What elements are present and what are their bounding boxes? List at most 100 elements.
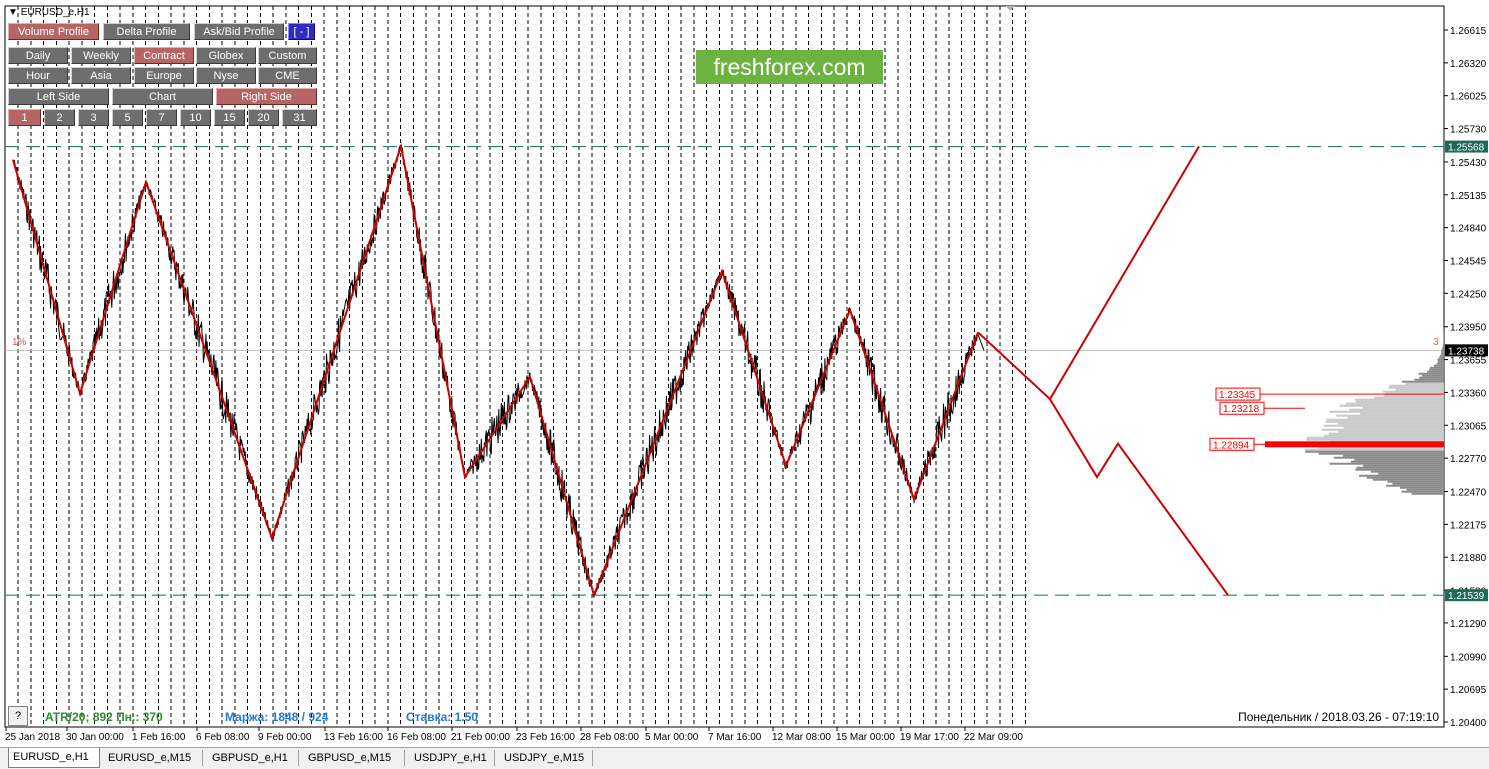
profile-bar	[1440, 355, 1444, 357]
profile-bar	[1443, 345, 1444, 347]
profile-bar	[1326, 421, 1444, 423]
profile-bar	[1334, 457, 1444, 459]
profile-bar	[1346, 403, 1444, 405]
profile-bar	[1388, 481, 1444, 483]
toolbar-button-weekly[interactable]: Weekly	[71, 47, 131, 64]
server-datetime: Понедельник / 2018.03.26 - 07:19:10	[1238, 710, 1439, 724]
tab-gbpusd-e-h1[interactable]: GBPUSD_e,H1	[208, 750, 299, 766]
profile-bar	[1419, 377, 1444, 379]
toolbar-button-3[interactable]: 3	[78, 109, 109, 126]
y-tick-label: 1.21290	[1450, 619, 1487, 630]
profile-bar	[1443, 343, 1444, 345]
chart-tabs-bar: EURUSD_e,H1EURUSD_e,M15 GBPUSD_e,H1 GBPUSD…	[0, 747, 1489, 769]
profile-bar	[1371, 471, 1444, 473]
tab-eurusd-e-h1[interactable]: EURUSD_e,H1	[8, 748, 100, 768]
y-tick-label: 1.26615	[1450, 26, 1487, 37]
toolbar-button-5[interactable]: 5	[112, 109, 143, 126]
profile-bar	[1355, 469, 1444, 471]
tab-eurusd-e-m15[interactable]: EURUSD_e,M15	[104, 750, 203, 766]
toolbar-button-hour[interactable]: Hour	[8, 67, 68, 84]
toolbar-button-volume-profile[interactable]: Volume Profile	[8, 23, 99, 40]
x-tick-label: 13 Feb 16:00	[324, 732, 383, 743]
x-tick-label: 23 Feb 16:00	[516, 732, 575, 743]
toolbar-button-1[interactable]: 1	[8, 109, 41, 126]
y-tick-label: 1.25430	[1450, 158, 1487, 169]
toolbar-button-contract[interactable]: Contract	[134, 47, 194, 64]
x-tick-label: 9 Feb 00:00	[258, 732, 312, 743]
tab-gbpusd-e-m15[interactable]: GBPUSD_e,M15	[304, 750, 405, 766]
profile-bar	[1419, 373, 1444, 375]
dropdown-arrow-icon[interactable]: ▼	[8, 7, 18, 18]
toolbar-button-15[interactable]: 15	[214, 109, 245, 126]
profile-bar	[1389, 387, 1444, 389]
profile-bar	[1322, 429, 1444, 431]
profile-bar	[1338, 423, 1444, 425]
x-tick-label: 12 Mar 08:00	[772, 732, 831, 743]
profile-bar	[1336, 415, 1444, 417]
level-price-label: 1.21539	[1448, 591, 1485, 602]
profile-bar	[1443, 339, 1444, 341]
x-tick-label: 7 Mar 16:00	[708, 732, 762, 743]
profile-bar	[1438, 361, 1444, 363]
profile-bar	[1396, 389, 1444, 391]
toolbar-button-ask-bid-profile[interactable]: Ask/Bid Profile	[194, 23, 284, 40]
toolbar-button-2[interactable]: 2	[44, 109, 75, 126]
profile-level-label: 1.23345	[1219, 390, 1256, 401]
help-button[interactable]: ?	[8, 706, 28, 726]
current-price-label: 1.23738	[1448, 346, 1485, 357]
toolbar-button-asia[interactable]: Asia	[71, 67, 131, 84]
profile-bar	[1340, 405, 1444, 407]
toolbar-button-europe[interactable]: Europe	[134, 67, 194, 84]
toolbar-button-right-side[interactable]: Right Side	[216, 88, 317, 105]
y-tick-label: 1.23950	[1450, 323, 1487, 334]
tab-usdjpy-e-m15[interactable]: USDJPY_e,M15	[500, 750, 593, 766]
x-tick-label: 25 Jan 2018	[5, 732, 60, 743]
toolbar-button-7[interactable]: 7	[146, 109, 177, 126]
toolbar-button-delta-profile[interactable]: Delta Profile	[103, 23, 190, 40]
toolbar-button-chart[interactable]: Chart	[112, 88, 213, 105]
profile-bar	[1427, 371, 1444, 373]
x-tick-label: 22 Mar 09:00	[964, 732, 1023, 743]
profile-bar	[1360, 413, 1444, 415]
toolbar-button-10[interactable]: 10	[180, 109, 211, 126]
profile-bar	[1324, 425, 1444, 427]
toolbar-button-31[interactable]: 31	[282, 109, 317, 126]
y-tick-label: 1.24840	[1450, 224, 1487, 235]
profile-bar	[1356, 401, 1444, 403]
rate-stat: Ставка: 1.50	[406, 710, 478, 724]
tab-usdjpy-e-h1[interactable]: USDJPY_e,H1	[410, 750, 495, 766]
y-tick-label: 1.26320	[1450, 59, 1487, 70]
profile-bar	[1414, 379, 1444, 381]
y-tick-label: 1.22175	[1450, 520, 1487, 531]
profile-bar	[1307, 437, 1444, 439]
profile-bar	[1355, 399, 1444, 401]
toolbar-button-cme[interactable]: CME	[258, 67, 317, 84]
profile-bar	[1429, 369, 1444, 371]
profile-bar	[1443, 341, 1444, 343]
profile-bar	[1430, 367, 1444, 369]
toolbar-button-globex[interactable]: Globex	[196, 47, 256, 64]
x-tick-label: 15 Mar 00:00	[836, 732, 895, 743]
y-tick-label: 1.26025	[1450, 92, 1487, 103]
profile-level-label: 1.22894	[1213, 440, 1250, 451]
y-tick-label: 1.24545	[1450, 256, 1487, 267]
profile-bar	[1407, 489, 1444, 491]
y-tick-label: 1.25730	[1450, 125, 1487, 136]
toolbar-button-20[interactable]: 20	[248, 109, 279, 126]
y-tick-label: 1.20695	[1450, 685, 1487, 696]
corner-label-left: 1%	[12, 337, 26, 348]
toolbar-button-nyse[interactable]: Nyse	[196, 67, 256, 84]
profile-bar	[1338, 431, 1444, 433]
profile-bar	[1351, 461, 1444, 463]
profile-bar	[1442, 347, 1444, 349]
profile-bar	[1363, 465, 1444, 467]
profile-bar	[1348, 417, 1444, 419]
poc-bar	[1265, 441, 1444, 447]
y-tick-label: 1.22770	[1450, 454, 1487, 465]
toolbar-button-left-side[interactable]: Left Side	[8, 88, 109, 105]
y-tick-label: 1.24250	[1450, 289, 1487, 300]
y-tick-label: 1.21880	[1450, 553, 1487, 564]
toolbar-button-custom[interactable]: Custom	[258, 47, 317, 64]
toolbar-button-[interactable]: [ - ]	[288, 23, 315, 40]
toolbar-button-daily[interactable]: Daily	[8, 47, 68, 64]
